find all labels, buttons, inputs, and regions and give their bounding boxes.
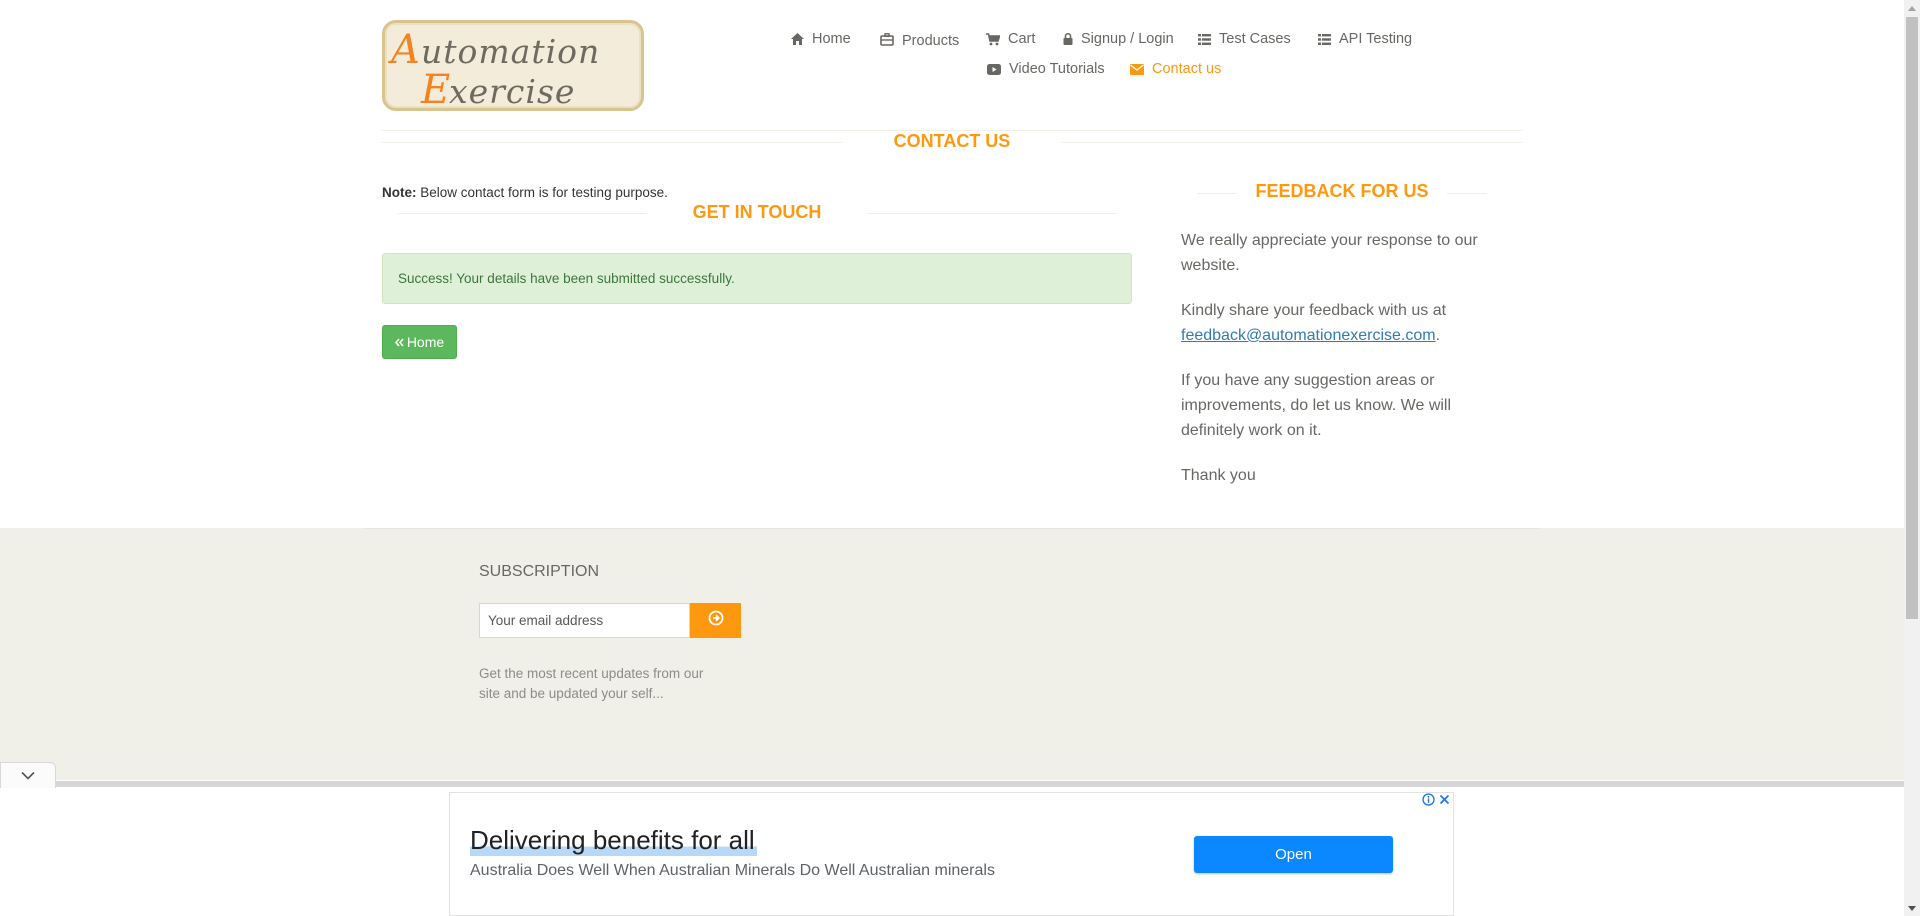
feedback-paragraph-1: We really appreciate your response to ou…	[1181, 232, 1478, 274]
feedback-paragraph-3: If you have any suggestion areas or impr…	[1181, 372, 1452, 439]
double-chevron-left-icon	[394, 334, 404, 350]
youtube-icon	[987, 63, 1001, 75]
site-logo[interactable]: A utomation E xercise	[382, 20, 644, 113]
nav-products[interactable]: Products	[880, 31, 960, 49]
note-label: Note:	[382, 185, 417, 200]
cart-icon	[986, 32, 1000, 46]
scroll-down-arrow-icon[interactable]	[1904, 900, 1920, 916]
nav-contact-us[interactable]: Contact us	[1130, 61, 1221, 77]
feedback-rule-right	[1447, 193, 1487, 194]
get-in-touch-title: Get In Touch	[692, 202, 822, 222]
feedback-rule-left	[1197, 193, 1237, 194]
page-title: Contact Us	[893, 131, 1011, 151]
subscription-title: Subscription	[479, 563, 600, 580]
logo-graphic: A utomation E xercise	[387, 27, 600, 113]
subscribe-button[interactable]	[690, 603, 741, 638]
list-icon	[1318, 33, 1331, 45]
nav-home-label: Home	[812, 31, 851, 47]
subscription-text: Get the most recent updates from our sit…	[479, 666, 704, 701]
success-alert: Success! Your details have been submitte…	[382, 253, 1132, 304]
ad-description[interactable]: Australia Does Well When Australian Mine…	[470, 862, 995, 880]
note-text: Below contact form is for testing purpos…	[416, 185, 668, 200]
nav-home[interactable]: Home	[791, 31, 851, 47]
list-icon	[1198, 33, 1211, 45]
feedback-email-link[interactable]: feedback@automationexercise.com	[1181, 327, 1436, 344]
chevron-down-icon	[21, 767, 35, 785]
get-in-touch-rule-left	[397, 213, 647, 214]
success-message: Success! Your details have been submitte…	[398, 271, 735, 286]
feedback-p2-suffix: .	[1435, 327, 1441, 344]
nav-signup-login-label: Signup / Login	[1081, 31, 1174, 47]
scroll-up-arrow-icon[interactable]	[1904, 0, 1920, 16]
ad-info-icon[interactable]	[1422, 793, 1435, 811]
nav-api-testing-label: API Testing	[1339, 31, 1413, 47]
title-rule-right	[1062, 142, 1522, 143]
nav-api-testing[interactable]: API Testing	[1318, 31, 1412, 47]
subscription-email-input[interactable]	[479, 603, 690, 638]
products-icon	[880, 32, 894, 46]
feedback-paragraph-2: Kindly share your feedback with us at fe…	[1181, 298, 1496, 348]
home-icon	[791, 33, 804, 45]
ad-open-button[interactable]: Open	[1194, 836, 1393, 873]
feedback-title: Feedback For Us	[1255, 181, 1429, 201]
get-in-touch-rule-right	[867, 213, 1117, 214]
nav-contact-us-label: Contact us	[1152, 61, 1222, 77]
nav-video-tutorials-label: Video Tutorials	[1009, 61, 1105, 77]
home-button[interactable]: Home	[382, 325, 457, 359]
ad-collapse-tab[interactable]	[0, 762, 56, 788]
scrollbar-thumb[interactable]	[1906, 17, 1918, 619]
ad-close-icon[interactable]	[1438, 793, 1451, 811]
arrow-circle-right-icon	[708, 610, 724, 631]
nav-cart-label: Cart	[1008, 31, 1036, 47]
lock-icon	[1063, 33, 1073, 45]
ad-headline[interactable]: Delivering benefits for all	[470, 825, 757, 856]
feedback-p2-prefix: Kindly share your feedback with us at	[1181, 302, 1447, 319]
footer-divider	[365, 528, 1539, 529]
nav-test-cases[interactable]: Test Cases	[1198, 31, 1291, 47]
footer	[0, 528, 1904, 780]
svg-text:xercise: xercise	[449, 72, 575, 111]
svg-text:A: A	[387, 27, 420, 73]
title-rule-left	[382, 142, 842, 143]
nav-video-tutorials[interactable]: Video Tutorials	[987, 61, 1105, 77]
svg-text:utomation: utomation	[421, 32, 600, 71]
nav-signup-login[interactable]: Signup / Login	[1063, 31, 1174, 47]
svg-text:E: E	[420, 67, 450, 113]
nav-cart[interactable]: Cart	[986, 31, 1035, 47]
home-button-label: Home	[406, 334, 445, 350]
form-note: Note: Below contact form is for testing …	[382, 185, 668, 200]
nav-test-cases-label: Test Cases	[1219, 31, 1291, 47]
feedback-paragraph-4: Thank you	[1181, 467, 1256, 484]
envelope-icon	[1130, 63, 1144, 75]
nav-products-label: Products	[902, 33, 960, 49]
